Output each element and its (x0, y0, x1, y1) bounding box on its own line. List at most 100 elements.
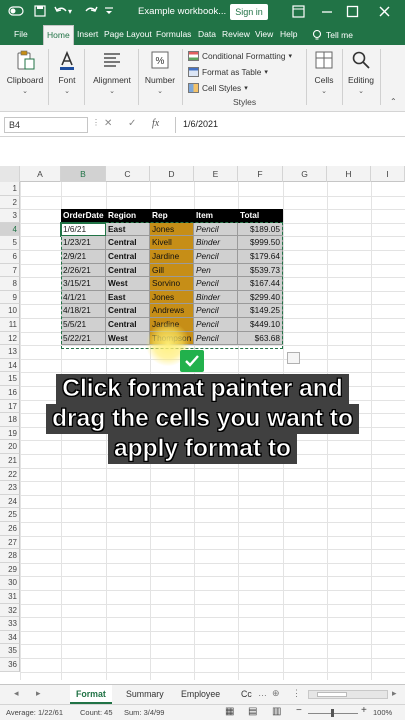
row-header[interactable]: 35 (0, 644, 20, 658)
table-cell[interactable]: West (106, 277, 150, 291)
row-header[interactable]: 7 (0, 263, 20, 278)
column-header[interactable]: G (283, 166, 327, 182)
row-header[interactable]: 23 (0, 481, 20, 495)
zoom-slider-thumb[interactable] (331, 709, 334, 717)
confirm-entry-icon[interactable]: ✓ (128, 118, 136, 129)
row-header[interactable]: 11 (0, 318, 20, 332)
table-cell[interactable]: Gill (150, 263, 194, 278)
scroll-right-icon[interactable]: ▸ (392, 688, 397, 699)
table-cell[interactable]: 5/5/21 (61, 318, 106, 332)
table-cell[interactable]: 4/18/21 (61, 304, 106, 318)
column-header[interactable]: E (194, 166, 238, 182)
row-header[interactable]: 29 (0, 562, 20, 577)
row-header[interactable]: 5 (0, 236, 20, 250)
row-header[interactable]: 14 (0, 358, 20, 373)
row-header[interactable]: 3 (0, 209, 20, 223)
row-header[interactable]: 26 (0, 522, 20, 536)
table-cell[interactable]: $299.40 (238, 290, 283, 305)
table-cell[interactable]: 5/22/21 (61, 331, 106, 346)
table-cell[interactable]: 2/26/21 (61, 263, 106, 278)
tell-me-search[interactable]: Tell me (312, 25, 353, 45)
row-header[interactable]: 32 (0, 603, 20, 618)
insert-function-button[interactable]: fx (152, 118, 159, 129)
column-header[interactable]: F (238, 166, 283, 182)
column-header[interactable]: B (61, 166, 106, 182)
clipboard-group[interactable]: Clipboard ⌄ (4, 45, 46, 109)
tab-formulas[interactable]: Formulas (156, 25, 191, 45)
namebox-dropdown-icon[interactable]: ⋮ (92, 118, 100, 127)
table-cell[interactable]: $179.64 (238, 250, 283, 264)
row-header[interactable]: 33 (0, 617, 20, 631)
tab-view[interactable]: View (255, 25, 273, 45)
autosave-toggle[interactable] (8, 5, 24, 21)
format-as-table-button[interactable]: Format as Table ▾ (188, 65, 268, 79)
name-box[interactable]: B4 (4, 117, 88, 133)
save-icon[interactable] (34, 5, 46, 21)
alignment-group[interactable]: Alignment ⌄ (88, 45, 136, 109)
normal-view-icon[interactable]: ▦ (225, 706, 234, 717)
font-group[interactable]: Font ⌄ (52, 45, 82, 109)
row-header[interactable]: 27 (0, 535, 20, 550)
table-header-cell[interactable]: Rep (150, 209, 194, 223)
row-header[interactable]: 36 (0, 658, 20, 672)
redo-icon[interactable] (84, 5, 98, 21)
formula-input[interactable]: 1/6/2021 (175, 117, 401, 133)
undo-icon[interactable] (54, 5, 68, 21)
ribbon-display-icon[interactable] (292, 5, 305, 22)
table-cell[interactable]: $449.10 (238, 318, 283, 332)
table-cell[interactable]: 4/1/21 (61, 290, 106, 305)
tab-home[interactable]: Home (43, 25, 74, 45)
row-header[interactable]: 22 (0, 467, 20, 482)
table-cell[interactable]: Sorvino (150, 277, 194, 291)
table-cell[interactable]: $189.05 (238, 222, 283, 237)
sign-in-button[interactable]: Sign in (230, 4, 268, 20)
table-header-cell[interactable]: Item (194, 209, 238, 223)
table-cell[interactable]: Central (106, 236, 150, 250)
table-cell[interactable]: East (106, 290, 150, 305)
cells-group[interactable]: Cells ⌄ (309, 45, 339, 109)
tab-help[interactable]: Help (280, 25, 297, 45)
table-cell[interactable]: Pencil (194, 277, 238, 291)
table-cell[interactable]: Jones (150, 290, 194, 305)
table-cell[interactable]: Binder (194, 290, 238, 305)
table-cell[interactable]: Pencil (194, 222, 238, 237)
page-layout-view-icon[interactable]: ▤ (248, 706, 257, 717)
table-cell[interactable]: Pencil (194, 304, 238, 318)
row-header[interactable]: 1 (0, 182, 20, 196)
row-header[interactable]: 13 (0, 345, 20, 359)
table-cell[interactable]: 3/15/21 (61, 277, 106, 291)
number-group[interactable]: % Number ⌄ (141, 45, 179, 109)
zoom-out-icon[interactable]: − (296, 705, 302, 716)
row-header[interactable]: 4 (0, 222, 20, 237)
sheet-tab-employee[interactable]: Employee (175, 685, 226, 704)
table-header-cell[interactable]: OrderDate (61, 209, 106, 223)
column-header[interactable]: I (371, 166, 405, 182)
table-cell[interactable]: $149.25 (238, 304, 283, 318)
row-header[interactable]: 31 (0, 590, 20, 604)
table-cell[interactable]: Central (106, 263, 150, 278)
table-cell[interactable]: Andrews (150, 304, 194, 318)
table-cell[interactable]: Binder (194, 236, 238, 250)
table-cell[interactable]: Central (106, 318, 150, 332)
row-header[interactable]: 24 (0, 494, 20, 509)
sheet-next-icon[interactable]: ▸ (36, 688, 41, 699)
tab-data[interactable]: Data (198, 25, 216, 45)
tab-page-layout[interactable]: Page Layout (104, 25, 152, 45)
maximize-icon[interactable] (346, 5, 359, 22)
row-header[interactable]: 12 (0, 331, 20, 346)
quick-analysis-icon[interactable] (287, 352, 300, 364)
customize-toolbar-icon[interactable] (104, 5, 114, 21)
row-header[interactable]: 8 (0, 277, 20, 291)
zoom-in-icon[interactable]: + (361, 705, 367, 716)
row-header[interactable]: 34 (0, 630, 20, 645)
row-header[interactable]: 28 (0, 549, 20, 563)
cancel-entry-icon[interactable]: ✕ (104, 118, 112, 129)
collapse-ribbon-icon[interactable]: ⌃ (390, 97, 397, 106)
table-cell[interactable]: West (106, 331, 150, 346)
table-cell[interactable]: 1/23/21 (61, 236, 106, 250)
row-header[interactable]: 2 (0, 195, 20, 210)
sheet-prev-icon[interactable]: ◂ (14, 688, 19, 699)
row-header[interactable]: 30 (0, 576, 20, 590)
row-header[interactable]: 9 (0, 290, 20, 305)
tab-review[interactable]: Review (222, 25, 250, 45)
